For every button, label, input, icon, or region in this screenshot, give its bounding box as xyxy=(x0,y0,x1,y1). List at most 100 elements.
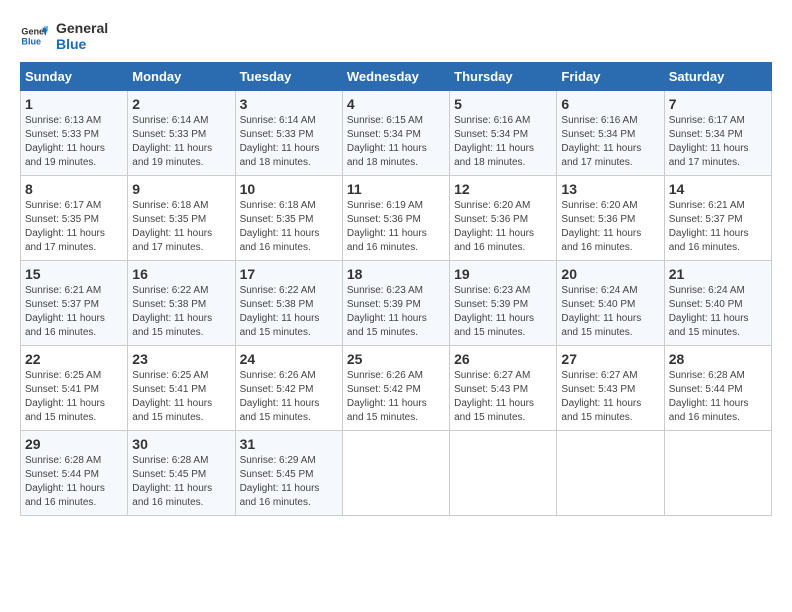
day-number: 25 xyxy=(347,351,445,367)
calendar-cell: 13Sunrise: 6:20 AM Sunset: 5:36 PM Dayli… xyxy=(557,176,664,261)
calendar-cell: 7 Sunrise: 6:17 AM Sunset: 5:34 PM Daylig… xyxy=(664,91,771,176)
day-info: Sunrise: 6:14 AM Sunset: 5:33 PM Dayligh… xyxy=(240,114,338,170)
day-info: Sunrise: 6:24 AM Sunset: 5:40 PM Dayligh… xyxy=(669,284,767,340)
day-number: 24 xyxy=(240,351,338,367)
day-info: Sunrise: 6:26 AM Sunset: 5:42 PM Dayligh… xyxy=(347,369,445,425)
day-info: Sunrise: 6:29 AM Sunset: 5:45 PM Dayligh… xyxy=(240,454,338,510)
day-number: 4 xyxy=(347,96,445,112)
calendar-table: SundayMondayTuesdayWednesdayThursdayFrid… xyxy=(20,62,772,516)
day-number: 15 xyxy=(25,266,123,282)
logo-icon: General Blue xyxy=(20,22,48,50)
day-info: Sunrise: 6:28 AM Sunset: 5:45 PM Dayligh… xyxy=(132,454,230,510)
calendar-cell: 30Sunrise: 6:28 AM Sunset: 5:45 PM Dayli… xyxy=(128,431,235,516)
day-number: 17 xyxy=(240,266,338,282)
day-number: 1 xyxy=(25,96,123,112)
logo-blue: Blue xyxy=(56,36,108,52)
day-info: Sunrise: 6:24 AM Sunset: 5:40 PM Dayligh… xyxy=(561,284,659,340)
header-day-thursday: Thursday xyxy=(450,63,557,91)
day-info: Sunrise: 6:17 AM Sunset: 5:34 PM Dayligh… xyxy=(669,114,767,170)
day-number: 26 xyxy=(454,351,552,367)
calendar-cell: 8 Sunrise: 6:17 AM Sunset: 5:35 PM Daylig… xyxy=(21,176,128,261)
calendar-cell: 25 Sunrise: 6:26 AM Sunset: 5:42 PM Dayli… xyxy=(342,346,449,431)
day-number: 28 xyxy=(669,351,767,367)
calendar-cell: 17 Sunrise: 6:22 AM Sunset: 5:38 PM Dayli… xyxy=(235,261,342,346)
calendar-cell: 26 Sunrise: 6:27 AM Sunset: 5:43 PM Dayli… xyxy=(450,346,557,431)
day-info: Sunrise: 6:27 AM Sunset: 5:43 PM Dayligh… xyxy=(454,369,552,425)
calendar-cell xyxy=(450,431,557,516)
calendar-cell: 9 Sunrise: 6:18 AM Sunset: 5:35 PM Daylig… xyxy=(128,176,235,261)
day-number: 5 xyxy=(454,96,552,112)
week-row-1: 1 Sunrise: 6:13 AM Sunset: 5:33 PM Daylig… xyxy=(21,91,772,176)
calendar-cell: 31 Sunrise: 6:29 AM Sunset: 5:45 PM Dayli… xyxy=(235,431,342,516)
day-number: 10 xyxy=(240,181,338,197)
day-number: 12 xyxy=(454,181,552,197)
day-info: Sunrise: 6:25 AM Sunset: 5:41 PM Dayligh… xyxy=(25,369,123,425)
day-number: 31 xyxy=(240,436,338,452)
day-number: 27 xyxy=(561,351,659,367)
header-day-friday: Friday xyxy=(557,63,664,91)
day-info: Sunrise: 6:15 AM Sunset: 5:34 PM Dayligh… xyxy=(347,114,445,170)
day-info: Sunrise: 6:13 AM Sunset: 5:33 PM Dayligh… xyxy=(25,114,123,170)
day-info: Sunrise: 6:21 AM Sunset: 5:37 PM Dayligh… xyxy=(669,199,767,255)
day-info: Sunrise: 6:25 AM Sunset: 5:41 PM Dayligh… xyxy=(132,369,230,425)
week-row-2: 8 Sunrise: 6:17 AM Sunset: 5:35 PM Daylig… xyxy=(21,176,772,261)
day-number: 29 xyxy=(25,436,123,452)
day-number: 14 xyxy=(669,181,767,197)
day-info: Sunrise: 6:17 AM Sunset: 5:35 PM Dayligh… xyxy=(25,199,123,255)
calendar-cell: 20 Sunrise: 6:24 AM Sunset: 5:40 PM Dayli… xyxy=(557,261,664,346)
calendar-cell: 15Sunrise: 6:21 AM Sunset: 5:37 PM Dayli… xyxy=(21,261,128,346)
day-number: 16 xyxy=(132,266,230,282)
day-number: 2 xyxy=(132,96,230,112)
day-number: 20 xyxy=(561,266,659,282)
day-info: Sunrise: 6:28 AM Sunset: 5:44 PM Dayligh… xyxy=(25,454,123,510)
calendar-cell: 22 Sunrise: 6:25 AM Sunset: 5:41 PM Dayli… xyxy=(21,346,128,431)
day-info: Sunrise: 6:22 AM Sunset: 5:38 PM Dayligh… xyxy=(240,284,338,340)
calendar-cell: 3 Sunrise: 6:14 AM Sunset: 5:33 PM Daylig… xyxy=(235,91,342,176)
calendar-header: SundayMondayTuesdayWednesdayThursdayFrid… xyxy=(21,63,772,91)
calendar-cell: 2Sunrise: 6:14 AM Sunset: 5:33 PM Daylig… xyxy=(128,91,235,176)
header-day-wednesday: Wednesday xyxy=(342,63,449,91)
header-row: SundayMondayTuesdayWednesdayThursdayFrid… xyxy=(21,63,772,91)
day-number: 23 xyxy=(132,351,230,367)
calendar-cell: 14 Sunrise: 6:21 AM Sunset: 5:37 PM Dayli… xyxy=(664,176,771,261)
calendar-cell: 11 Sunrise: 6:19 AM Sunset: 5:36 PM Dayli… xyxy=(342,176,449,261)
page-header: General Blue General Blue xyxy=(20,20,772,52)
day-info: Sunrise: 6:18 AM Sunset: 5:35 PM Dayligh… xyxy=(132,199,230,255)
calendar-cell: 4 Sunrise: 6:15 AM Sunset: 5:34 PM Daylig… xyxy=(342,91,449,176)
calendar-cell: 29 Sunrise: 6:28 AM Sunset: 5:44 PM Dayli… xyxy=(21,431,128,516)
day-info: Sunrise: 6:28 AM Sunset: 5:44 PM Dayligh… xyxy=(669,369,767,425)
day-info: Sunrise: 6:16 AM Sunset: 5:34 PM Dayligh… xyxy=(454,114,552,170)
day-number: 9 xyxy=(132,181,230,197)
week-row-3: 15Sunrise: 6:21 AM Sunset: 5:37 PM Dayli… xyxy=(21,261,772,346)
calendar-cell xyxy=(557,431,664,516)
day-number: 19 xyxy=(454,266,552,282)
calendar-cell: 21 Sunrise: 6:24 AM Sunset: 5:40 PM Dayli… xyxy=(664,261,771,346)
calendar-cell: 10 Sunrise: 6:18 AM Sunset: 5:35 PM Dayli… xyxy=(235,176,342,261)
header-day-monday: Monday xyxy=(128,63,235,91)
calendar-cell: 24 Sunrise: 6:26 AM Sunset: 5:42 PM Dayli… xyxy=(235,346,342,431)
day-info: Sunrise: 6:19 AM Sunset: 5:36 PM Dayligh… xyxy=(347,199,445,255)
logo: General Blue General Blue xyxy=(20,20,108,52)
day-info: Sunrise: 6:20 AM Sunset: 5:36 PM Dayligh… xyxy=(561,199,659,255)
day-number: 7 xyxy=(669,96,767,112)
day-info: Sunrise: 6:22 AM Sunset: 5:38 PM Dayligh… xyxy=(132,284,230,340)
day-number: 22 xyxy=(25,351,123,367)
day-info: Sunrise: 6:26 AM Sunset: 5:42 PM Dayligh… xyxy=(240,369,338,425)
calendar-cell: 1 Sunrise: 6:13 AM Sunset: 5:33 PM Daylig… xyxy=(21,91,128,176)
calendar-cell: 16 Sunrise: 6:22 AM Sunset: 5:38 PM Dayli… xyxy=(128,261,235,346)
day-info: Sunrise: 6:23 AM Sunset: 5:39 PM Dayligh… xyxy=(347,284,445,340)
svg-text:Blue: Blue xyxy=(21,36,41,46)
day-info: Sunrise: 6:23 AM Sunset: 5:39 PM Dayligh… xyxy=(454,284,552,340)
day-number: 11 xyxy=(347,181,445,197)
day-number: 21 xyxy=(669,266,767,282)
day-info: Sunrise: 6:18 AM Sunset: 5:35 PM Dayligh… xyxy=(240,199,338,255)
week-row-5: 29 Sunrise: 6:28 AM Sunset: 5:44 PM Dayli… xyxy=(21,431,772,516)
calendar-cell: 5 Sunrise: 6:16 AM Sunset: 5:34 PM Daylig… xyxy=(450,91,557,176)
calendar-cell: 27 Sunrise: 6:27 AM Sunset: 5:43 PM Dayli… xyxy=(557,346,664,431)
day-info: Sunrise: 6:16 AM Sunset: 5:34 PM Dayligh… xyxy=(561,114,659,170)
calendar-cell: 23 Sunrise: 6:25 AM Sunset: 5:41 PM Dayli… xyxy=(128,346,235,431)
calendar-cell: 12Sunrise: 6:20 AM Sunset: 5:36 PM Dayli… xyxy=(450,176,557,261)
day-number: 3 xyxy=(240,96,338,112)
day-number: 8 xyxy=(25,181,123,197)
day-info: Sunrise: 6:27 AM Sunset: 5:43 PM Dayligh… xyxy=(561,369,659,425)
